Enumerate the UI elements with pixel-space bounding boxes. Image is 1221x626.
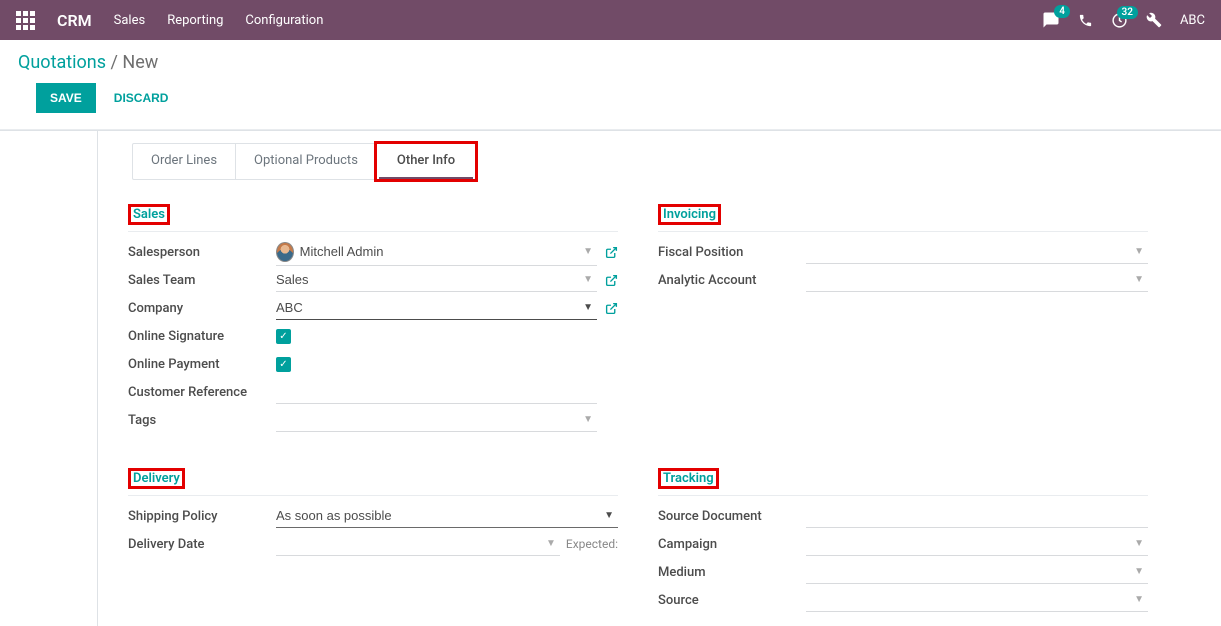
input-source[interactable]: ▼ [806, 588, 1148, 612]
breadcrumb-current: New [122, 52, 158, 73]
section-sales: Sales Salesperson ▼ Sales Team [128, 204, 618, 434]
section-title-delivery: Delivery [133, 471, 180, 486]
input-customer-reference[interactable] [276, 380, 597, 404]
external-link-icon[interactable] [605, 274, 618, 287]
nav-sales[interactable]: Sales [114, 13, 146, 28]
input-analytic-account[interactable]: ▼ [806, 268, 1148, 292]
tools-icon[interactable] [1146, 12, 1162, 28]
sidebar-gutter [0, 131, 98, 626]
discard-button[interactable]: DISCARD [110, 83, 173, 113]
label-tags: Tags [128, 413, 276, 428]
checkbox-online-signature[interactable]: ✓ [276, 329, 291, 344]
input-sales-team[interactable]: ▼ [276, 268, 597, 292]
chevron-down-icon[interactable]: ▼ [1130, 274, 1148, 285]
section-tracking: Tracking Source Document Campaign ▼ [658, 468, 1148, 614]
nav-configuration[interactable]: Configuration [245, 13, 323, 28]
highlight-delivery-title: Delivery [128, 468, 185, 489]
label-salesperson: Salesperson [128, 245, 276, 260]
breadcrumb-bar: Quotations / New SAVE DISCARD [0, 40, 1221, 130]
input-fiscal-position[interactable]: ▼ [806, 240, 1148, 264]
chat-badge: 4 [1054, 5, 1070, 18]
tab-optional-products[interactable]: Optional Products [236, 144, 377, 179]
highlight-sales-title: Sales [128, 204, 170, 225]
input-company[interactable]: ▼ [276, 296, 597, 320]
clock-badge: 32 [1117, 6, 1138, 19]
chevron-down-icon[interactable]: ▼ [579, 274, 597, 285]
input-medium[interactable]: ▼ [806, 560, 1148, 584]
chat-icon[interactable]: 4 [1042, 11, 1060, 29]
label-campaign: Campaign [658, 537, 806, 552]
brand[interactable]: CRM [57, 11, 92, 30]
nav-reporting[interactable]: Reporting [167, 13, 223, 28]
form-sheet: Order Lines Optional Products Other Info… [98, 131, 1178, 626]
external-link-icon[interactable] [605, 302, 618, 315]
highlight-tab-other-info: Other Info [374, 141, 478, 182]
chevron-down-icon[interactable]: ▼ [1130, 246, 1148, 257]
clock-icon[interactable]: 32 [1111, 12, 1128, 29]
input-source-document[interactable] [806, 504, 1148, 528]
avatar-icon [276, 242, 294, 262]
input-salesperson[interactable]: ▼ [276, 239, 597, 266]
tab-order-lines[interactable]: Order Lines [133, 144, 236, 179]
external-link-icon[interactable] [605, 246, 618, 259]
highlight-tracking-title: Tracking [658, 468, 719, 489]
chevron-down-icon[interactable]: ▼ [1130, 538, 1148, 549]
section-invoicing: Invoicing Fiscal Position ▼ Analytic Acc… [658, 204, 1148, 434]
label-sales-team: Sales Team [128, 273, 276, 288]
label-source: Source [658, 593, 806, 608]
save-button[interactable]: SAVE [36, 83, 96, 113]
checkbox-online-payment[interactable]: ✓ [276, 357, 291, 372]
section-title-tracking: Tracking [663, 471, 714, 486]
label-fiscal-position: Fiscal Position [658, 245, 806, 260]
section-title-sales: Sales [133, 207, 165, 222]
breadcrumb: Quotations / New [18, 52, 1203, 73]
chevron-down-icon[interactable]: ▼ [579, 246, 597, 257]
label-shipping-policy: Shipping Policy [128, 509, 276, 524]
chevron-down-icon[interactable]: ▼ [579, 302, 597, 313]
label-medium: Medium [658, 565, 806, 580]
chevron-down-icon[interactable]: ▼ [1130, 594, 1148, 605]
chevron-down-icon[interactable]: ▼ [600, 510, 618, 521]
phone-icon[interactable] [1078, 13, 1093, 28]
action-bar: SAVE DISCARD [18, 73, 1203, 125]
navbar: CRM Sales Reporting Configuration 4 32 A… [0, 0, 1221, 40]
label-company: Company [128, 301, 276, 316]
delivery-expected-hint: Expected: [566, 537, 618, 551]
section-title-invoicing: Invoicing [663, 207, 716, 222]
user-menu[interactable]: ABC [1180, 13, 1205, 28]
input-tags[interactable]: ▼ [276, 408, 597, 432]
apps-icon[interactable] [16, 11, 35, 30]
chevron-down-icon[interactable]: ▼ [542, 538, 560, 549]
tab-other-info[interactable]: Other Info [379, 144, 473, 179]
nav-left: CRM Sales Reporting Configuration [16, 11, 323, 30]
label-online-signature: Online Signature [128, 329, 276, 344]
nav-right: 4 32 ABC [1042, 11, 1205, 29]
breadcrumb-parent[interactable]: Quotations [18, 52, 106, 73]
chevron-down-icon[interactable]: ▼ [1130, 566, 1148, 577]
input-campaign[interactable]: ▼ [806, 532, 1148, 556]
chevron-down-icon[interactable]: ▼ [579, 414, 597, 425]
label-source-document: Source Document [658, 509, 806, 524]
input-delivery-date[interactable]: ▼ [276, 532, 560, 556]
section-delivery: Delivery Shipping Policy ▼ Delivery Date… [128, 468, 618, 614]
label-customer-reference: Customer Reference [128, 385, 276, 400]
highlight-invoicing-title: Invoicing [658, 204, 721, 225]
input-shipping-policy[interactable]: ▼ [276, 504, 618, 528]
label-online-payment: Online Payment [128, 357, 276, 372]
tabs: Order Lines Optional Products Other Info [132, 143, 476, 180]
label-analytic-account: Analytic Account [658, 273, 806, 288]
label-delivery-date: Delivery Date [128, 537, 276, 552]
